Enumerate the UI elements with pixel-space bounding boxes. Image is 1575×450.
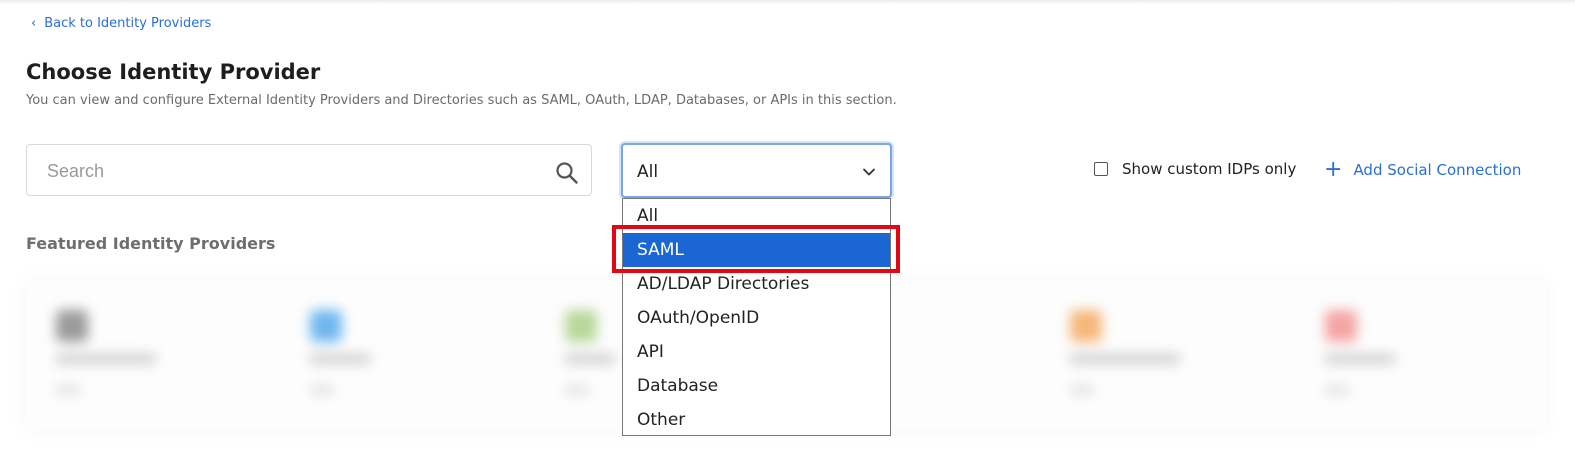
card-line — [565, 354, 615, 364]
custom-idps-toggle[interactable]: Show custom IDPs only — [1094, 160, 1296, 178]
add-social-connection-label: Add Social Connection — [1353, 161, 1522, 179]
card-line — [1325, 386, 1349, 394]
back-link-label: Back to Identity Providers — [44, 16, 212, 31]
card-line — [1070, 386, 1094, 394]
dropdown-option-ad-ldap[interactable]: AD/LDAP Directories — [623, 267, 890, 301]
add-social-connection-button[interactable]: + Add Social Connection — [1324, 157, 1522, 182]
card-line — [56, 386, 80, 394]
search-icon[interactable] — [555, 161, 579, 185]
card-line — [310, 354, 370, 364]
provider-logo-icon — [565, 310, 597, 342]
provider-logo-icon — [56, 310, 88, 342]
provider-logo-icon — [1325, 310, 1357, 342]
dropdown-option-other[interactable]: Other — [623, 403, 890, 437]
page-title: Choose Identity Provider — [26, 60, 321, 84]
custom-idps-checkbox[interactable] — [1094, 162, 1108, 176]
card-line — [565, 386, 589, 394]
chevron-down-icon — [863, 168, 875, 176]
provider-logo-icon — [1070, 310, 1102, 342]
provider-type-select[interactable]: All — [621, 143, 892, 198]
search-box[interactable] — [26, 144, 592, 196]
dropdown-option-oauth-openid[interactable]: OAuth/OpenID — [623, 301, 890, 335]
card-line — [56, 354, 156, 364]
featured-card[interactable] — [26, 290, 256, 420]
back-link[interactable]: ‹ Back to Identity Providers — [31, 16, 211, 31]
dropdown-option-api[interactable]: API — [623, 335, 890, 369]
dropdown-option-all[interactable]: All — [623, 199, 890, 233]
page-subtitle: You can view and configure External Iden… — [26, 93, 897, 108]
provider-type-dropdown: All SAML AD/LDAP Directories OAuth/OpenI… — [622, 198, 891, 436]
custom-idps-label: Show custom IDPs only — [1122, 160, 1297, 178]
provider-logo-icon — [310, 310, 342, 342]
card-line — [1070, 354, 1180, 364]
featured-heading: Featured Identity Providers — [26, 234, 276, 253]
search-input[interactable] — [45, 158, 529, 184]
plus-icon: + — [1324, 157, 1343, 182]
top-shadow — [0, 0, 1575, 4]
featured-card[interactable] — [1040, 290, 1270, 420]
featured-card[interactable] — [1295, 290, 1525, 420]
dropdown-option-saml[interactable]: SAML — [623, 233, 890, 267]
chevron-left-icon: ‹ — [31, 16, 37, 31]
card-line — [1325, 354, 1395, 364]
select-value: All — [637, 162, 659, 182]
featured-card[interactable] — [280, 290, 510, 420]
card-line — [310, 386, 334, 394]
dropdown-option-database[interactable]: Database — [623, 369, 890, 403]
